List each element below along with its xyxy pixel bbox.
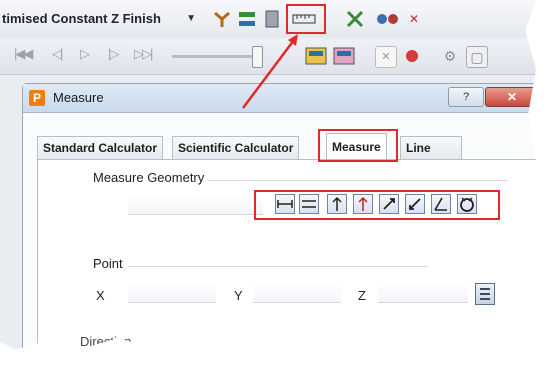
annotation-arrow <box>242 34 298 109</box>
screenshot-sheet: timised Constant Z Finish ▼ ✕ |◀◀ ◁| ▷ |… <box>0 0 536 354</box>
